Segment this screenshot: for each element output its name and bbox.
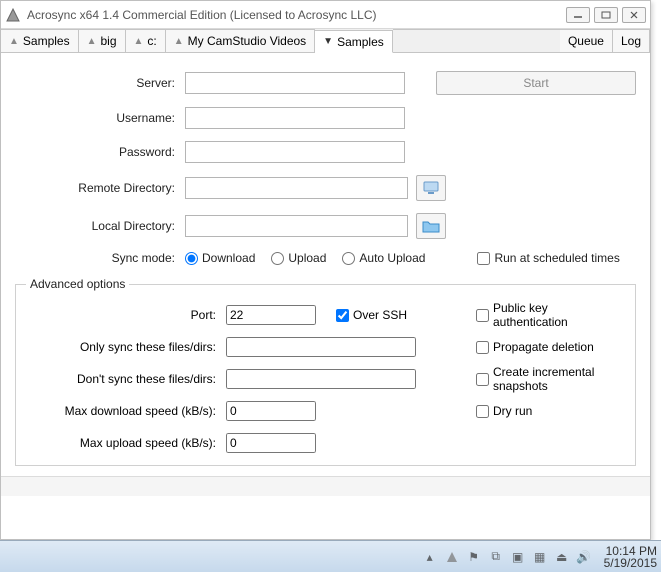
tray-network-icon[interactable]: ⧉ — [488, 549, 504, 565]
max-up-label: Max upload speed (kB/s): — [26, 436, 226, 450]
server-input[interactable] — [185, 72, 405, 94]
advanced-legend: Advanced options — [26, 277, 129, 291]
max-down-label: Max download speed (kB/s): — [26, 404, 226, 418]
dont-sync-input[interactable] — [226, 369, 416, 389]
up-triangle-icon: ▲ — [174, 36, 184, 47]
password-label: Password: — [15, 145, 185, 159]
tray-usb-icon[interactable]: ⏏ — [554, 549, 570, 565]
tray-up-icon[interactable]: ▴ — [422, 549, 438, 565]
password-input[interactable] — [185, 141, 405, 163]
tab-big[interactable]: ▲big — [79, 29, 126, 52]
sync-mode-label: Sync mode: — [15, 251, 185, 265]
tray-volume-icon[interactable]: 🔊 — [576, 549, 592, 565]
start-button[interactable]: Start — [436, 71, 636, 95]
scheduled-check[interactable]: Run at scheduled times — [477, 251, 619, 265]
username-label: Username: — [15, 111, 185, 125]
window-title: Acrosync x64 1.4 Commercial Edition (Lic… — [27, 8, 566, 22]
remote-dir-input[interactable] — [185, 177, 408, 199]
close-button[interactable] — [622, 7, 646, 23]
remote-dir-label: Remote Directory: — [15, 181, 185, 195]
tray-vm-icon[interactable]: ▦ — [532, 549, 548, 565]
taskbar: ▴ ⚑ ⧉ ▣ ▦ ⏏ 🔊 10:14 PM 5/19/2015 — [0, 540, 661, 572]
tab-log[interactable]: Log — [613, 29, 650, 52]
tab-samples-2[interactable]: ▼Samples — [315, 30, 393, 53]
sync-upload-option[interactable]: Upload — [271, 251, 326, 265]
tabbar: ▲Samples ▲big ▲c: ▲My CamStudio Videos ▼… — [1, 29, 650, 53]
down-triangle-icon: ▼ — [323, 36, 333, 47]
dry-run-check[interactable]: Dry run — [476, 404, 532, 418]
minimize-button[interactable] — [566, 7, 590, 23]
folder-icon — [422, 219, 440, 233]
only-sync-input[interactable] — [226, 337, 416, 357]
tab-c[interactable]: ▲c: — [126, 29, 166, 52]
incremental-check[interactable]: Create incremental snapshots — [476, 365, 625, 393]
content-area: Server: Start Username: Password: Remote… — [1, 53, 650, 476]
taskbar-clock[interactable]: 10:14 PM 5/19/2015 — [604, 545, 657, 569]
local-dir-input[interactable] — [185, 215, 408, 237]
up-triangle-icon: ▲ — [87, 36, 97, 47]
tab-camstudio[interactable]: ▲My CamStudio Videos — [166, 29, 315, 52]
up-triangle-icon: ▲ — [9, 36, 19, 47]
advanced-fieldset: Advanced options Port: Over SSH Public k… — [15, 277, 636, 466]
username-input[interactable] — [185, 107, 405, 129]
window-buttons — [566, 7, 646, 23]
app-window: Acrosync x64 1.4 Commercial Edition (Lic… — [0, 0, 651, 540]
port-label: Port: — [26, 308, 226, 322]
max-down-input[interactable] — [226, 401, 316, 421]
sync-download-option[interactable]: Download — [185, 251, 255, 265]
up-triangle-icon: ▲ — [134, 36, 144, 47]
dont-sync-label: Don't sync these files/dirs: — [26, 372, 226, 386]
maximize-button[interactable] — [594, 7, 618, 23]
server-label: Server: — [15, 76, 185, 90]
propagate-check[interactable]: Propagate deletion — [476, 340, 594, 354]
local-dir-browse-button[interactable] — [416, 213, 446, 239]
tray-box-icon[interactable]: ▣ — [510, 549, 526, 565]
max-up-input[interactable] — [226, 433, 316, 453]
remote-dir-browse-button[interactable] — [416, 175, 446, 201]
over-ssh-check[interactable]: Over SSH — [336, 308, 407, 322]
monitor-icon — [422, 181, 440, 195]
tray-app-icon[interactable] — [444, 549, 460, 565]
port-input[interactable] — [226, 305, 316, 325]
sync-auto-option[interactable]: Auto Upload — [342, 251, 425, 265]
app-icon — [5, 7, 21, 23]
system-tray: ▴ ⚑ ⧉ ▣ ▦ ⏏ 🔊 10:14 PM 5/19/2015 — [422, 545, 657, 569]
tab-samples-1[interactable]: ▲Samples — [1, 29, 79, 52]
pubkey-check[interactable]: Public key authentication — [476, 301, 625, 329]
only-sync-label: Only sync these files/dirs: — [26, 340, 226, 354]
titlebar: Acrosync x64 1.4 Commercial Edition (Lic… — [1, 1, 650, 29]
tray-flag-icon[interactable]: ⚑ — [466, 549, 482, 565]
statusbar — [1, 476, 650, 496]
tab-queue[interactable]: Queue — [560, 29, 613, 52]
local-dir-label: Local Directory: — [15, 219, 185, 233]
